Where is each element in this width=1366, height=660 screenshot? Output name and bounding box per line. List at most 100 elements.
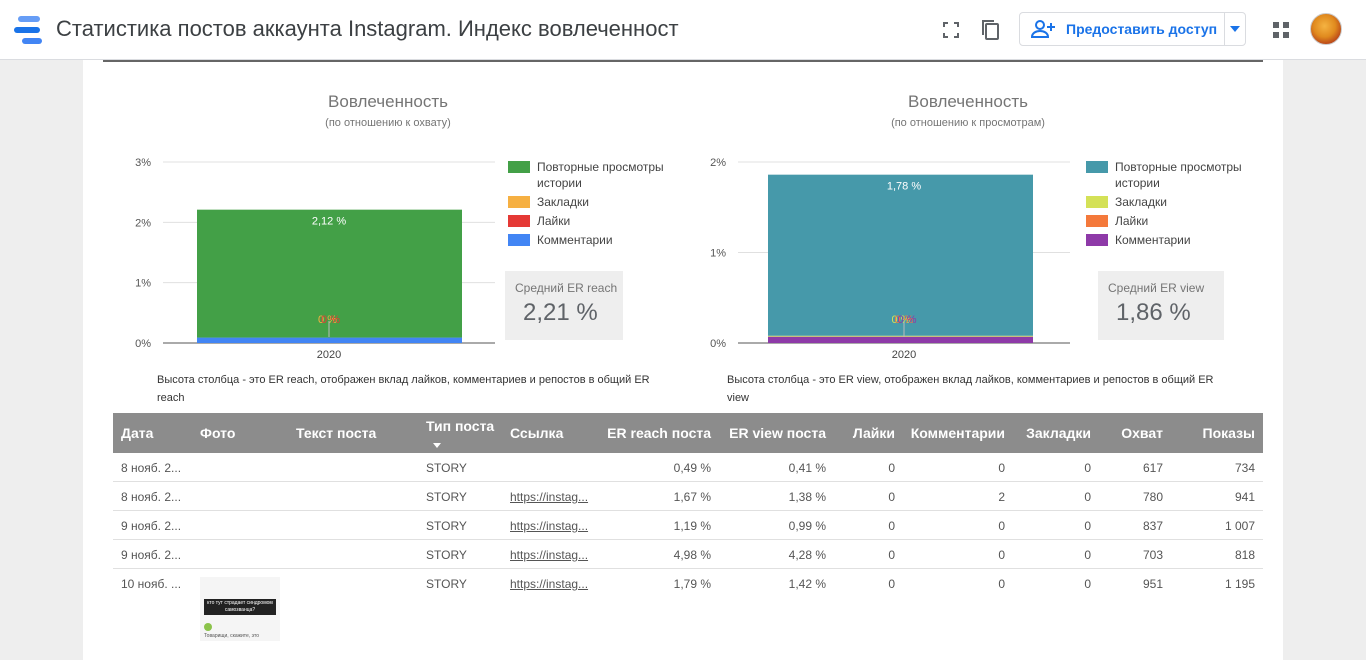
data-studio-logo-icon[interactable] — [14, 16, 44, 44]
x-tick-label: 2020 — [317, 349, 341, 361]
cell-impressions: 818 — [1234, 548, 1255, 562]
legend-item[interactable]: Лайки — [508, 213, 678, 229]
legend-item[interactable]: Закладки — [508, 194, 678, 210]
cell-type: STORY — [426, 548, 467, 562]
left-chart-caption: Высота столбца - это ER reach, отображен… — [157, 374, 650, 404]
legend-swatch — [1086, 196, 1108, 208]
score-value: 2,21 % — [523, 299, 598, 326]
column-header-photo[interactable]: Фото — [200, 425, 235, 441]
legend-item[interactable]: Закладки — [1086, 194, 1261, 210]
caret-down-icon — [1230, 26, 1241, 32]
cell-date: 10 нояб. ... — [121, 577, 182, 591]
score-label: Средний ER view — [1108, 281, 1205, 295]
data-label: 1,78 % — [887, 181, 921, 193]
column-header-impressions[interactable]: Показы — [1173, 425, 1256, 441]
share-dropdown-button[interactable] — [1225, 26, 1245, 32]
fullscreen-icon[interactable] — [935, 14, 967, 46]
y-tick-label: 0% — [135, 338, 151, 350]
cell-saves: 0 — [1084, 577, 1091, 591]
table-row[interactable]: 9 нояб. 2... STORY https://instag... 4,98 %… — [113, 540, 1263, 569]
legend-item[interactable]: Комментарии — [508, 232, 678, 248]
column-header-likes[interactable]: Лайки — [833, 425, 895, 441]
table-row[interactable]: 8 нояб. 2... STORY https://instag... 1,67 %… — [113, 482, 1263, 511]
cell-saves: 0 — [1084, 490, 1091, 504]
legend-item[interactable]: Повторные просмотры истории — [1086, 159, 1261, 191]
cell-type: STORY — [426, 519, 467, 533]
right-chart-title: Вовлеченность — [908, 92, 1028, 111]
legend-item[interactable]: Лайки — [1086, 213, 1261, 229]
legend-swatch — [1086, 215, 1108, 227]
y-tick-label: 2% — [135, 217, 151, 229]
table-row[interactable]: 9 нояб. 2... STORY https://instag... 1,19 %… — [113, 511, 1263, 540]
cell-er-reach: 1,19 % — [673, 519, 711, 533]
left-scorecard[interactable]: Средний ER reach 2,21 % — [505, 271, 623, 340]
posts-table: Дата Фото Текст поста Тип поста Ссылка E… — [113, 413, 1263, 659]
cell-link[interactable]: https://instag... — [510, 548, 592, 562]
left-bar-chart[interactable]: 0%1%2%3%2,12 %0 %0 %2020 — [123, 150, 503, 365]
apps-grid-icon[interactable] — [1265, 14, 1297, 46]
legend-swatch — [508, 234, 530, 246]
share-button[interactable]: Предоставить доступ — [1019, 12, 1246, 46]
post-thumbnail[interactable]: кто тут страдает синдромом самозванца? То… — [200, 577, 280, 641]
cell-date: 9 нояб. 2... — [121, 519, 182, 533]
data-label: 2,12 % — [312, 216, 346, 228]
cell-saves: 0 — [1084, 461, 1091, 475]
cell-saves: 0 — [1084, 519, 1091, 533]
data-label: 0 % — [898, 314, 917, 326]
column-header-type[interactable]: Тип поста — [426, 418, 494, 434]
y-tick-label: 1% — [710, 248, 726, 260]
cell-link[interactable]: https://instag... — [510, 490, 592, 504]
cell-er-view: 4,28 % — [788, 548, 826, 562]
bar-segment — [768, 174, 1033, 336]
cell-impressions: 941 — [1234, 490, 1255, 504]
table-row[interactable]: 8 нояб. 2... STORY 0,49 % 0,41 % 0 0 0 617 734 — [113, 453, 1263, 482]
cell-type: STORY — [426, 461, 467, 475]
table-row[interactable]: 10 нояб. ... STORY https://instag... 1,79 %… — [113, 569, 1263, 659]
cell-likes: 0 — [888, 548, 895, 562]
column-header-reach[interactable]: Охват — [1103, 425, 1163, 441]
column-header-link[interactable]: Ссылка — [510, 425, 563, 441]
column-header-er-reach[interactable]: ER reach поста — [591, 425, 711, 441]
cell-likes: 0 — [888, 461, 895, 475]
cell-date: 8 нояб. 2... — [121, 461, 182, 475]
share-main-button[interactable]: Предоставить доступ — [1020, 13, 1226, 45]
bar-segment — [768, 336, 1033, 343]
right-bar-chart[interactable]: 0%1%2%1,78 %0 %0 %0 %2020 — [698, 150, 1083, 365]
cell-impressions: 1 195 — [1224, 577, 1255, 591]
avatar[interactable] — [1310, 13, 1342, 45]
table-body: 8 нояб. 2... STORY 0,49 % 0,41 % 0 0 0 617 734 8 … — [113, 453, 1263, 659]
right-scorecard[interactable]: Средний ER view 1,86 % — [1098, 271, 1224, 340]
legend-label: Комментарии — [537, 233, 613, 247]
report-title[interactable]: Статистика постов аккаунта Instagram. Ин… — [56, 16, 704, 42]
legend-item[interactable]: Повторные просмотры истории — [508, 159, 678, 191]
legend-label: Лайки — [1115, 214, 1149, 228]
cell-reach: 617 — [1142, 461, 1163, 475]
cell-link[interactable]: https://instag... — [510, 577, 592, 591]
cell-link[interactable]: https://instag... — [510, 519, 592, 533]
sort-arrow-icon[interactable] — [433, 435, 441, 451]
x-tick-label: 2020 — [892, 349, 916, 361]
cell-impressions: 1 007 — [1224, 519, 1255, 533]
bar-segment — [768, 335, 1033, 337]
thumbnail-caption-box: кто тут страдает синдромом самозванца? — [204, 599, 276, 615]
top-bar: Статистика постов аккаунта Instagram. Ин… — [0, 0, 1366, 60]
y-tick-label: 0% — [710, 338, 726, 350]
cell-likes: 0 — [888, 577, 895, 591]
column-header-date[interactable]: Дата — [121, 425, 153, 441]
column-header-er-view[interactable]: ER view поста — [716, 425, 826, 441]
column-header-saves[interactable]: Закладки — [1008, 425, 1091, 441]
copy-icon[interactable] — [975, 14, 1007, 46]
share-button-label: Предоставить доступ — [1066, 21, 1218, 37]
cell-comments: 0 — [998, 548, 1005, 562]
right-chart-subtitle: (по отношению к просмотрам) — [891, 117, 1045, 129]
column-header-text[interactable]: Текст поста — [296, 425, 376, 441]
left-chart-subtitle: (по отношению к охвату) — [325, 117, 451, 129]
legend-item[interactable]: Комментарии — [1086, 232, 1261, 248]
legend-label: Комментарии — [1115, 233, 1191, 247]
column-header-comments[interactable]: Комментарии — [903, 425, 1005, 441]
cell-reach: 780 — [1142, 490, 1163, 504]
cell-type: STORY — [426, 577, 467, 591]
left-chart-legend: Повторные просмотры истории Закладки Лайки… — [508, 159, 678, 251]
cell-er-view: 1,42 % — [788, 577, 826, 591]
legend-swatch — [508, 196, 530, 208]
